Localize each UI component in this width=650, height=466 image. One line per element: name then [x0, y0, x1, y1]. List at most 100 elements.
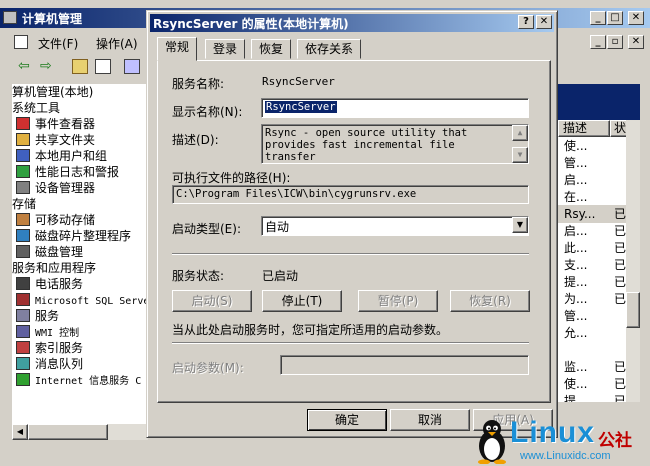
service-status-label: 服务状态: — [172, 269, 225, 283]
cancel-button[interactable]: 取消 — [390, 409, 470, 431]
list-item-status: 已 — [614, 394, 626, 402]
list-item-desc: 支... — [564, 258, 588, 272]
tree-item[interactable]: 事件查看器 — [16, 116, 95, 132]
tree-item[interactable]: 服务 — [16, 308, 59, 324]
tree-item[interactable]: 设备管理器 — [16, 180, 95, 196]
description-scroll-up-icon[interactable]: ▲ — [512, 125, 528, 141]
list-item[interactable]: 允... — [558, 324, 626, 342]
list-item[interactable]: 管... — [558, 154, 626, 172]
list-item[interactable]: Rsy... 已 — [558, 205, 626, 223]
properties-icon[interactable] — [124, 59, 140, 74]
list-item[interactable]: 使... 已 — [558, 375, 626, 393]
start-params-field[interactable] — [280, 355, 529, 375]
dialog-title-bar[interactable]: RsyncServer 的属性(本地计算机) ? ✕ — [150, 14, 554, 32]
list-pane[interactable]: 描述 状 使... 管... 启... 在... Rsy... 已启... 已此... 已支.… — [558, 120, 626, 402]
tree-item[interactable]: 存储 — [12, 196, 36, 212]
tree-item[interactable]: 本地用户和组 — [16, 148, 107, 164]
tree-item[interactable]: 服务和应用程序 — [12, 260, 96, 276]
services-icon — [16, 309, 30, 322]
tree-hscrollbar[interactable]: ◀ — [12, 424, 148, 440]
tree-item[interactable]: 磁盘碎片整理程序 — [16, 228, 131, 244]
menu-action[interactable]: 操作(A) — [96, 35, 138, 52]
list-item[interactable]: 为... 已 — [558, 290, 626, 308]
tree-item[interactable]: 算机管理(本地) — [12, 84, 93, 100]
list-vscrollbar[interactable] — [626, 120, 640, 402]
tree-item[interactable]: Microsoft SQL Serve — [16, 292, 148, 308]
tree-item[interactable]: 共享文件夹 — [16, 132, 95, 148]
iis-icon — [16, 373, 30, 386]
tree-item-label: 存储 — [12, 197, 37, 211]
tab-recovery[interactable]: 恢复 — [251, 39, 292, 59]
list-item[interactable]: 使... — [558, 137, 626, 155]
tree-item[interactable]: 系统工具 — [12, 100, 60, 116]
tree-item[interactable]: 电话服务 — [16, 276, 83, 292]
list-item[interactable]: 在... — [558, 188, 626, 206]
startup-type-select[interactable]: 自动 ▼ — [261, 216, 529, 236]
list-item-desc: 在... — [564, 190, 588, 204]
child-restore-button[interactable]: ▫ — [607, 35, 623, 49]
description-scroll-down-icon[interactable]: ▼ — [512, 147, 528, 163]
tree-item[interactable]: WMI 控制 — [16, 324, 79, 340]
tree-item[interactable]: Internet 信息服务 C — [16, 372, 141, 388]
tree-item[interactable]: 可移动存储 — [16, 212, 95, 228]
show-tree-icon[interactable] — [95, 59, 111, 74]
list-item[interactable]: 提... 已 — [558, 392, 626, 402]
tree-pane[interactable]: 算机管理(本地) 系统工具 事件查看器 共享文件夹 本地用户和组 性能日志和警报 设备管理器… — [12, 84, 148, 424]
mmc-app-icon — [3, 11, 17, 24]
list-item[interactable]: 此... 已 — [558, 239, 626, 257]
forward-arrow-icon[interactable]: ⇨ — [40, 58, 52, 74]
watermark-brand: Linux — [510, 416, 595, 449]
users-icon — [16, 149, 30, 162]
list-item[interactable]: 管... — [558, 307, 626, 325]
stop-button[interactable]: 停止(T) — [262, 290, 342, 312]
shared-folder-icon — [16, 133, 30, 146]
start-button[interactable]: 启动(S) — [172, 290, 252, 312]
list-item[interactable]: 监... 已 — [558, 358, 626, 376]
chevron-down-icon[interactable]: ▼ — [512, 217, 528, 233]
list-item[interactable]: 启... 已 — [558, 222, 626, 240]
up-folder-icon[interactable] — [72, 59, 88, 74]
disk-management-icon — [16, 245, 30, 258]
dialog-title: RsyncServer 的属性(本地计算机) — [153, 17, 349, 31]
dialog-help-button[interactable]: ? — [518, 15, 534, 29]
tree-item[interactable]: 消息队列 — [16, 356, 83, 372]
back-arrow-icon[interactable]: ⇦ — [18, 58, 30, 74]
description-field[interactable]: Rsync - open source utility that provide… — [261, 124, 529, 164]
display-name-field[interactable]: RsyncServer — [261, 98, 529, 118]
tree-item[interactable]: 磁盘管理 — [16, 244, 83, 260]
list-item[interactable]: 提... 已 — [558, 273, 626, 291]
menu-file[interactable]: 文件(F) — [38, 35, 78, 52]
child-close-button[interactable]: ✕ — [628, 35, 644, 49]
telephony-icon — [16, 277, 30, 290]
column-header-desc[interactable]: 描述 — [558, 120, 610, 137]
dialog-close-button[interactable]: ✕ — [536, 15, 552, 29]
exe-path-text: C:\Program Files\ICW\bin\cygrunsrv.exe — [176, 188, 417, 200]
list-item[interactable] — [558, 341, 626, 359]
tree-item[interactable]: 索引服务 — [16, 340, 83, 356]
list-scroll-thumb[interactable] — [626, 292, 640, 328]
tab-logon[interactable]: 登录 — [205, 39, 246, 59]
child-minimize-button[interactable]: _ — [590, 35, 606, 49]
scroll-thumb[interactable] — [28, 424, 108, 440]
watermark-suffix: 公社 — [598, 431, 632, 451]
tree-item-label: 服务和应用程序 — [12, 261, 97, 275]
list-container: 使... 管... 启... 在... Rsy... 已启... 已此... 已支... 已提.… — [558, 137, 626, 402]
list-item-desc: 使... — [564, 139, 588, 153]
tab-dependencies[interactable]: 依存关系 — [297, 39, 362, 59]
divider-bottom — [172, 342, 529, 344]
list-item[interactable]: 启... — [558, 171, 626, 189]
mmc-close-button[interactable]: ✕ — [628, 11, 644, 25]
ok-button[interactable]: 确定 — [307, 409, 387, 431]
list-item-status: 已 — [614, 275, 626, 289]
pause-button[interactable]: 暂停(P) — [358, 290, 438, 312]
tree-item-label: 索引服务 — [35, 341, 84, 355]
tree-item-label: 本地用户和组 — [35, 149, 108, 163]
scroll-left-button[interactable]: ◀ — [12, 424, 28, 440]
tree-item[interactable]: 性能日志和警报 — [16, 164, 119, 180]
mmc-minimize-button[interactable]: _ — [590, 11, 606, 25]
mmc-maximize-button[interactable]: □ — [607, 11, 623, 25]
resume-button[interactable]: 恢复(R) — [450, 290, 530, 312]
list-item[interactable]: 支... 已 — [558, 256, 626, 274]
column-header-status[interactable]: 状 — [610, 120, 626, 137]
tab-general[interactable]: 常规 — [157, 37, 198, 61]
